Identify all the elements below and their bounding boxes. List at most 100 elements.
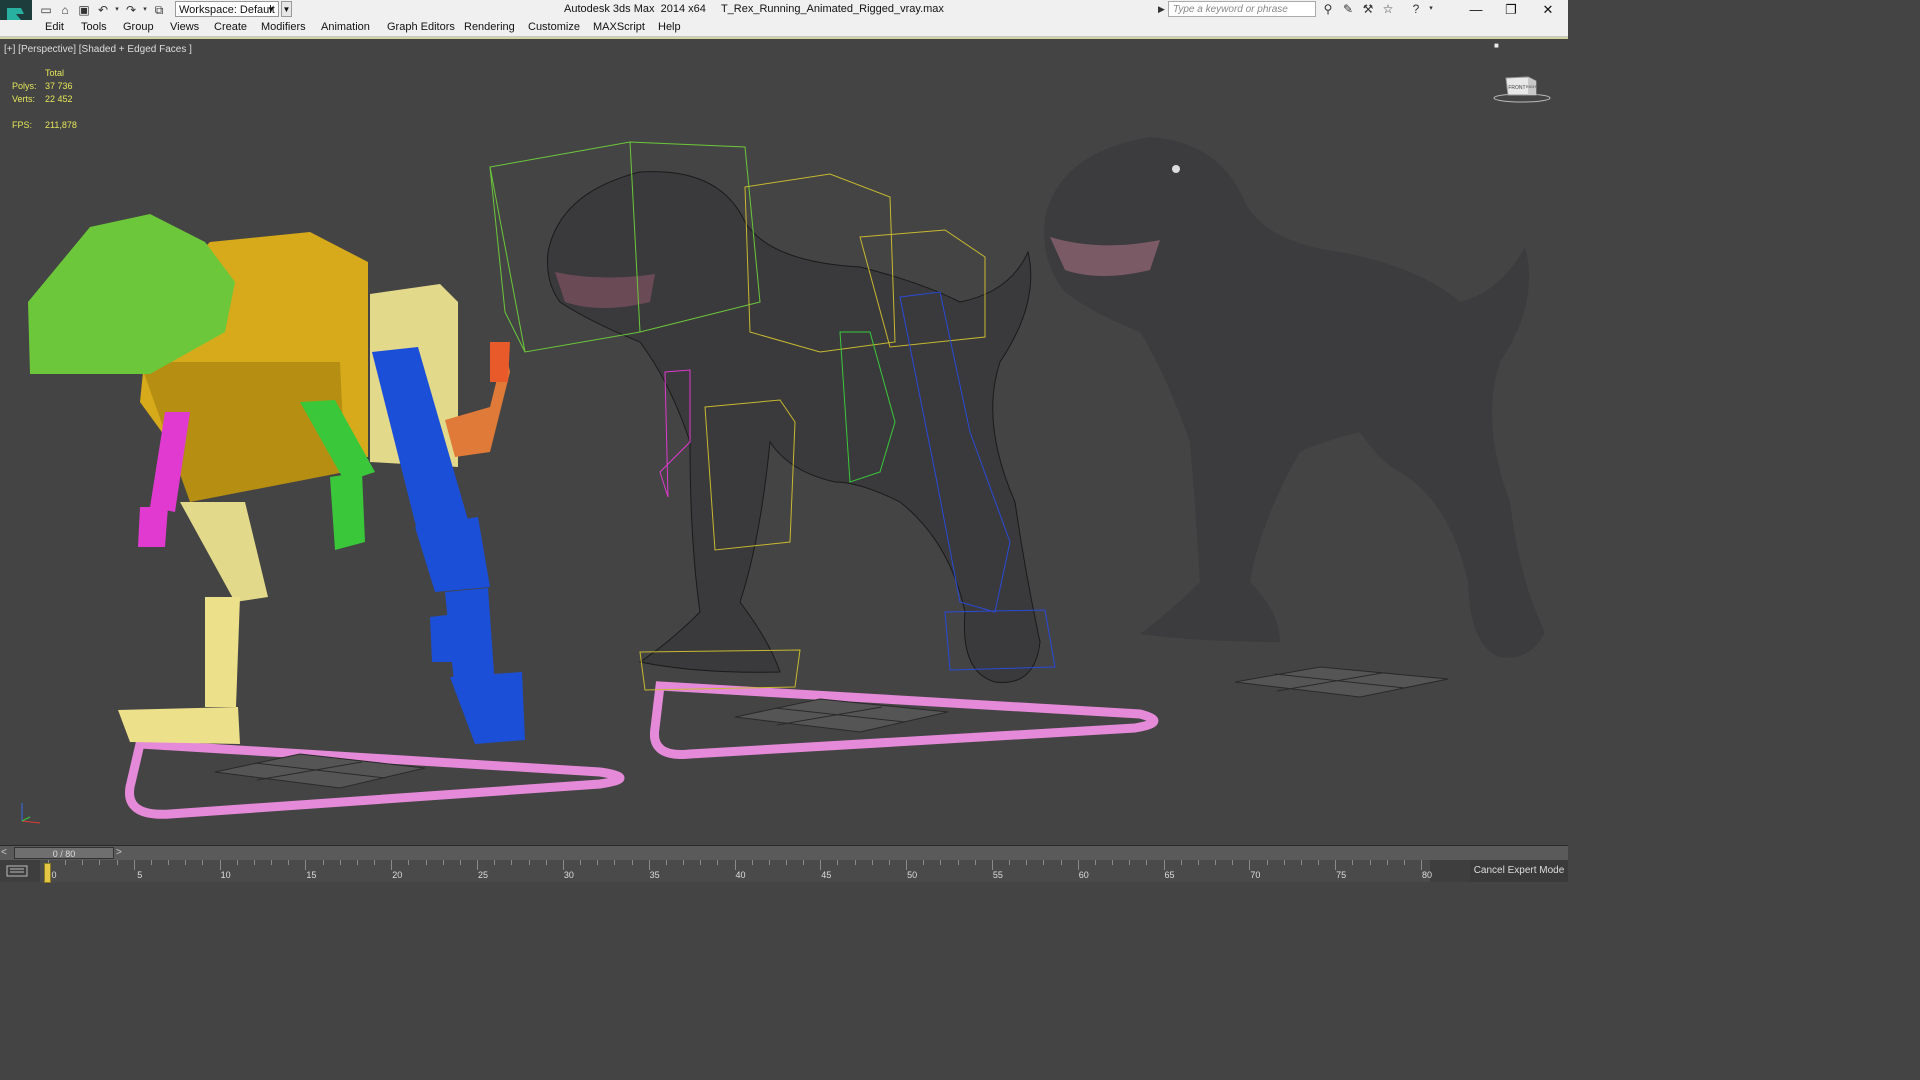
track-tick [683, 860, 684, 865]
help-dropdown-icon[interactable]: ▾ [1428, 2, 1434, 16]
track-tick [854, 860, 856, 865]
track-tick [1283, 860, 1285, 865]
menu-create[interactable]: Create [214, 21, 247, 33]
track-tick [1112, 860, 1114, 865]
viewport-label[interactable]: [+] [Perspective] [Shaded + Edged Faces … [4, 44, 192, 55]
menu-group[interactable]: Group [123, 21, 154, 33]
track-tick [1352, 860, 1354, 865]
track-tick [65, 860, 67, 865]
track-tick [1335, 860, 1337, 870]
track-tick [305, 860, 307, 870]
track-tick [528, 860, 530, 865]
track-tick-label: 45 [821, 870, 832, 880]
menu-graph-editors[interactable]: Graph Editors [387, 21, 455, 33]
viewcube-side-label: RIGHT [1526, 84, 1539, 89]
track-tick [236, 860, 238, 865]
menu-customize[interactable]: Customize [528, 21, 580, 33]
time-slider[interactable]: 0 / 80 [14, 847, 114, 859]
favorites-star-icon[interactable]: ☆ [1380, 2, 1396, 16]
track-tick [322, 860, 324, 865]
track-bar: 0 5 10 15 20 25 30 35 40 45 50 55 60 65 70 75 80 Cancel … [0, 860, 1568, 883]
track-tick [202, 860, 204, 865]
stats-header: Total [45, 68, 65, 78]
track-tick [168, 860, 170, 865]
next-frame-icon[interactable]: > [116, 847, 128, 859]
save-file-icon[interactable]: ▣ [76, 3, 92, 17]
track-tick-label: 55 [992, 870, 1003, 880]
menu-tools[interactable]: Tools [81, 21, 107, 33]
close-button[interactable]: ✕ [1530, 0, 1566, 20]
infocenter-toolbar: ⚲ ✎ ⚒ ☆ ? ▾ [1320, 2, 1434, 16]
track-tick [1386, 860, 1388, 865]
menu-modifiers[interactable]: Modifiers [261, 21, 306, 33]
viewcube[interactable]: FRONT RIGHT [1492, 73, 1552, 103]
track-tick [1026, 860, 1028, 865]
workspace-dropdown[interactable]: Workspace: Default ▼ [175, 1, 279, 17]
subscription-icon[interactable]: ⚒ [1360, 2, 1376, 16]
search-input[interactable]: Type a keyword or phrase [1168, 1, 1316, 17]
track-tick [991, 860, 993, 870]
track-tick-label: 65 [1164, 870, 1175, 880]
menu-help[interactable]: Help [658, 21, 681, 33]
lock-icon[interactable]: ■ [1494, 41, 1502, 50]
track-tick [494, 860, 496, 865]
track-tick [803, 860, 805, 865]
current-frame-marker[interactable] [44, 863, 51, 883]
undo-icon[interactable]: ↶ [95, 3, 111, 17]
redo-dropdown-icon[interactable]: ▾ [142, 3, 148, 17]
binoculars-search-icon[interactable]: ⚲ [1320, 2, 1336, 16]
menu-views[interactable]: Views [170, 21, 199, 33]
menu-rendering[interactable]: Rendering [464, 21, 515, 33]
track-tick [734, 860, 736, 870]
quick-access-customize-button[interactable]: ▼ [281, 1, 292, 17]
trex-wireframe-mesh[interactable] [547, 171, 1041, 683]
redo-icon[interactable]: ↷ [123, 3, 139, 17]
infocenter-toggle-icon[interactable]: ▶ [1158, 1, 1168, 17]
track-tick [785, 860, 787, 865]
track-tick-label: 0 [51, 870, 57, 880]
track-area[interactable]: 0 5 10 15 20 25 30 35 40 45 50 55 60 65 70 75 80 [40, 860, 1433, 882]
track-tick [1403, 860, 1405, 865]
viewcube-front-label: FRONT [1508, 85, 1525, 91]
menu-edit[interactable]: Edit [45, 21, 64, 33]
polys-label: Polys: [12, 81, 37, 91]
new-file-icon[interactable]: ▭ [38, 3, 54, 17]
menu-maxscript[interactable]: MAXScript [593, 21, 645, 33]
minimize-button[interactable]: — [1458, 0, 1494, 20]
track-tick [1318, 860, 1320, 865]
track-tick [614, 860, 616, 865]
prev-frame-icon[interactable]: < [1, 847, 13, 859]
undo-dropdown-icon[interactable]: ▾ [114, 3, 120, 17]
restore-button[interactable]: ❐ [1493, 0, 1529, 20]
menu-animation[interactable]: Animation [321, 21, 370, 33]
track-tick-label: 30 [563, 870, 574, 880]
cancel-expert-mode-button[interactable]: Cancel Expert Mode [1470, 860, 1568, 882]
fps-value: 211,878 [45, 120, 77, 130]
track-tick [133, 860, 135, 870]
trex-eye [1172, 165, 1180, 173]
track-tick [374, 860, 376, 865]
track-tick-label: 35 [649, 870, 660, 880]
track-tick [253, 860, 255, 865]
track-tick-label: 75 [1336, 870, 1347, 880]
trex-textured-model[interactable] [1044, 137, 1545, 658]
track-tick [185, 860, 187, 865]
track-tick [1060, 860, 1062, 865]
perspective-viewport[interactable]: [+] [Perspective] [Shaded + Edged Faces … [0, 37, 1568, 845]
ground-grid-3 [1234, 666, 1449, 698]
project-folder-icon[interactable]: ⧉ [151, 3, 167, 17]
track-tick-label: 80 [1421, 870, 1433, 880]
track-tick [356, 860, 358, 865]
communication-center-icon[interactable]: ✎ [1340, 2, 1356, 16]
mini-curve-editor-icon[interactable] [6, 863, 28, 879]
track-tick [1232, 860, 1234, 865]
viewcube-icon: FRONT RIGHT [1493, 76, 1551, 103]
track-tick [837, 860, 839, 865]
track-tick [82, 860, 84, 865]
track-tick [1300, 860, 1302, 865]
window-title: Autodesk 3ds Max 2014 x64 T_Rex_Running_… [564, 3, 944, 15]
open-file-icon[interactable]: ⌂ [57, 3, 73, 17]
track-tick [1249, 860, 1251, 870]
help-icon[interactable]: ? [1408, 2, 1424, 16]
rig-bone-skeleton[interactable] [28, 214, 525, 744]
